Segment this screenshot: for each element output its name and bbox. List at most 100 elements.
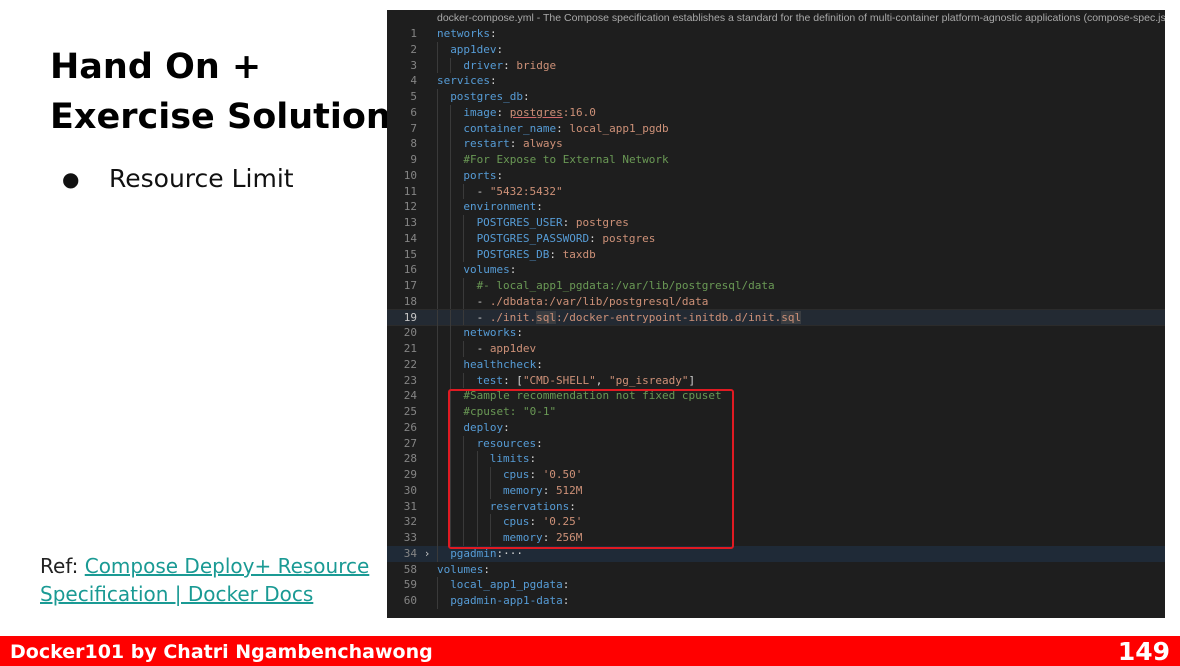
indent-guide [437,436,450,452]
footer-author: Docker101 by Chatri Ngambenchawong [10,641,433,663]
line-number: 34 [403,546,417,560]
indent-guide [463,451,476,467]
code-line[interactable]: 23 test: ["CMD-SHELL", "pg_isready"] [387,373,1165,389]
code-line[interactable]: 8 restart: always [387,136,1165,152]
code-text: resources: [437,436,543,452]
code-line[interactable]: 10 ports: [387,168,1165,184]
code-line[interactable]: 16 volumes: [387,262,1165,278]
yaml-key: volumes [463,263,510,277]
chevron-right-icon[interactable]: › [417,546,437,562]
indent-guide [450,514,463,530]
code-line[interactable]: 21 - app1dev [387,341,1165,357]
yaml-token: taxdb [562,247,596,261]
code-line[interactable]: 60 pgadmin-app1-data: [387,593,1165,609]
line-number: 8 [410,137,417,151]
code-line[interactable]: 27 resources: [387,436,1165,452]
code-line[interactable]: 3 driver: bridge [387,58,1165,74]
yaml-key: networks [437,27,490,40]
code-line[interactable]: 33 memory: 256M [387,530,1165,546]
indent-guide [463,467,476,483]
indent-guide [437,278,450,294]
indent-guide [437,294,450,310]
line-number: 21 [403,342,417,355]
code-line[interactable]: 59 local_app1_pgdata: [387,577,1165,593]
code-line[interactable]: 5 postgres_db: [387,89,1165,105]
indent-guide [463,436,476,452]
indent-guide [463,373,476,389]
indent-guide [463,278,476,294]
code-line[interactable]: 30 memory: 512M [387,483,1165,499]
indent-guide [437,577,450,593]
code-line[interactable]: 18 - ./dbdata:/var/lib/postgresql/data [387,294,1165,310]
code-line[interactable]: 17 #- local_app1_pgdata:/var/lib/postgres… [387,278,1165,294]
code-text: cpus: '0.25' [437,514,583,530]
code-text: deploy: [437,420,509,436]
code-text: networks: [437,325,523,341]
line-number: 4 [410,74,417,88]
code-line[interactable]: 13 POSTGRES_USER: postgres [387,215,1165,231]
yaml-token: - [476,342,490,355]
code-line[interactable]: 15 POSTGRES_DB: taxdb [387,247,1165,263]
code-line[interactable]: 9 #For Expose to External Network [387,152,1165,168]
code-line[interactable]: 28 limits: [387,451,1165,467]
code-line[interactable]: 1 networks: [387,26,1165,42]
yaml-key: memory [502,483,543,497]
line-number: 17 [403,279,417,292]
yaml-token: "5432:5432" [489,184,563,198]
code-line[interactable]: 22 healthcheck: [387,357,1165,373]
code-line[interactable]: 6 image: postgres:16.0 [387,105,1165,121]
code-line[interactable]: 25 #cpuset: "0-1" [387,404,1165,420]
code-line[interactable]: 19- ./init.sql:/docker-entrypoint-initdb… [387,308,1165,327]
line-number: 12 [403,200,417,214]
indent-guide [437,404,450,420]
bullet-item: ● Resource Limit [62,164,294,193]
code-line[interactable]: 11 - "5432:5432" [387,184,1165,200]
indent-guide [450,121,463,137]
indent-guide [437,215,450,231]
ref-link-line-2[interactable]: Specification | Docker Docs [40,582,313,606]
code-line[interactable]: 7 container_name: local_app1_pgdb [387,121,1165,137]
code-text: image: postgres:16.0 [437,105,595,121]
indent-guide [450,483,463,499]
line-number: 23 [403,373,417,387]
code-line[interactable]: 26 deploy: [387,420,1165,436]
yaml-token: "pg_isready" [609,373,689,387]
indent-guide [437,499,450,515]
code-line[interactable]: 14 POSTGRES_PASSWORD: postgres [387,231,1165,247]
yaml-key: resources [476,436,537,450]
code-line[interactable]: 24 #Sample recommendation not fixed cpuse… [387,388,1165,404]
indent-guide [437,388,450,404]
yaml-token: : [ [503,373,523,387]
indent-guide [477,530,490,546]
code-line[interactable]: 12 environment: [387,199,1165,215]
yaml-key: postgres_db [450,90,524,103]
code-line[interactable]: 4 services: [387,73,1165,89]
yaml-token: , [595,373,610,387]
yaml-key: services [437,74,490,88]
code-line[interactable]: 29 cpus: '0.50' [387,467,1165,483]
yaml-key: reservations [489,499,570,513]
indent-guide [450,357,463,373]
indent-guide [450,215,463,231]
code-line[interactable]: 2 app1dev: [387,42,1165,58]
indent-guide [437,58,450,74]
code-text: reservations: [437,499,576,515]
yaml-key: volumes [437,562,484,576]
code-line[interactable]: 34 › pgadmin:··· [387,545,1165,562]
code-line[interactable]: 32 cpus: '0.25' [387,514,1165,530]
yaml-token: 512M [555,483,583,497]
yaml-key: app1dev [450,42,497,56]
bullet-dot-icon: ● [62,166,80,191]
code-line[interactable]: 58 volumes: [387,562,1165,578]
ref-link-line-1[interactable]: Compose Deploy+ Resource [85,554,370,578]
indent-guide [437,357,450,373]
indent-guide [450,436,463,452]
yaml-key: driver [463,58,504,72]
fold-gutter [417,278,437,294]
line-number: 22 [403,357,417,371]
line-number: 30 [403,483,417,497]
line-number: 3 [410,58,417,72]
code-text: restart: always [437,136,562,152]
code-line[interactable]: 20 networks: [387,325,1165,341]
code-line[interactable]: 31 reservations: [387,499,1165,515]
